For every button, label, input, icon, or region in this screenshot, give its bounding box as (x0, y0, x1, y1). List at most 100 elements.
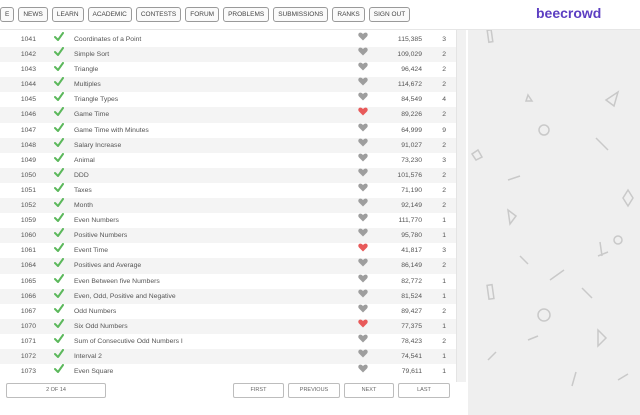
problem-level: 2 (442, 171, 446, 179)
problem-name-link[interactable]: Even, Odd, Positive and Negative (74, 289, 176, 304)
solved-count: 81,524 (401, 292, 422, 300)
table-row[interactable]: 1065 Even Between five Numbers 82,772 1 (0, 273, 456, 289)
problem-name-link[interactable]: Game Time with Minutes (74, 123, 149, 138)
problem-name-link[interactable]: Salary Increase (74, 138, 121, 153)
heart-icon[interactable] (358, 32, 368, 47)
problem-name-link[interactable]: Even Between five Numbers (74, 274, 160, 289)
heart-icon[interactable] (358, 274, 368, 289)
table-row[interactable]: 1046 Game Time 89,226 2 (0, 107, 456, 123)
heart-icon[interactable] (358, 107, 368, 122)
table-row[interactable]: 1059 Even Numbers 111,770 1 (0, 213, 456, 228)
heart-icon[interactable] (358, 153, 368, 168)
heart-icon[interactable] (358, 123, 368, 138)
problem-name-link[interactable]: Simple Sort (74, 47, 109, 62)
brand-logo[interactable]: beecrowd (536, 5, 601, 21)
nav-item-contests[interactable]: CONTESTS (135, 7, 182, 22)
problem-name-link[interactable]: Even Numbers (74, 213, 119, 228)
heart-icon[interactable] (358, 228, 368, 243)
heart-icon[interactable] (358, 243, 368, 258)
next-page-button[interactable]: NEXT (344, 383, 394, 398)
heart-icon[interactable] (358, 319, 368, 334)
heart-icon[interactable] (358, 364, 368, 379)
table-row[interactable]: 1042 Simple Sort 109,029 2 (0, 47, 456, 63)
first-page-button[interactable]: FIRST (233, 383, 284, 398)
table-row[interactable]: 1060 Positive Numbers 95,780 1 (0, 228, 456, 244)
heart-icon[interactable] (358, 92, 368, 107)
table-row[interactable]: 1048 Salary Increase 91,027 2 (0, 137, 456, 153)
heart-icon[interactable] (358, 138, 368, 153)
table-row[interactable]: 1067 Odd Numbers 89,427 2 (0, 303, 456, 319)
problem-id: 1044 (20, 81, 36, 89)
problem-name-link[interactable]: Month (74, 198, 93, 213)
table-row[interactable]: 1061 Event Time 41,817 3 (0, 243, 456, 258)
problem-level: 1 (442, 352, 446, 360)
problem-name-link[interactable]: Animal (74, 153, 95, 168)
problem-name-link[interactable]: Multiples (74, 77, 101, 92)
scrollbar[interactable] (456, 30, 466, 382)
heart-icon[interactable] (358, 304, 368, 319)
problem-level: 1 (442, 277, 446, 285)
heart-icon[interactable] (358, 334, 368, 349)
table-row[interactable]: 1071 Sum of Consecutive Odd Numbers I 78,4… (0, 333, 456, 349)
nav-item-submissions[interactable]: SUBMISSIONS (273, 7, 329, 22)
table-row[interactable]: 1064 Positives and Average 86,149 2 (0, 258, 456, 274)
heart-icon[interactable] (358, 183, 368, 198)
table-row[interactable]: 1049 Animal 73,230 3 (0, 152, 456, 168)
nav-item-ranks[interactable]: RANKS (332, 7, 365, 22)
problem-id: 1050 (20, 171, 36, 179)
heart-icon[interactable] (358, 77, 368, 92)
heart-icon[interactable] (358, 258, 368, 273)
table-row[interactable]: 1070 Six Odd Numbers 77,375 1 (0, 318, 456, 334)
nav-item-home[interactable]: E (0, 7, 15, 22)
heart-icon[interactable] (358, 62, 368, 77)
nav-item-problems[interactable]: PROBLEMS (223, 7, 270, 22)
problem-name-link[interactable]: DDD (74, 168, 89, 183)
table-row[interactable]: 1041 Coordinates of a Point 115,385 3 (0, 32, 456, 47)
heart-icon[interactable] (358, 289, 368, 304)
table-row[interactable]: 1045 Triangle Types 84,549 4 (0, 92, 456, 107)
problem-id: 1060 (20, 232, 36, 240)
nav-item-news[interactable]: NEWS (18, 7, 48, 22)
problem-name-link[interactable]: Triangle (74, 62, 98, 77)
table-row[interactable]: 1052 Month 92,149 2 (0, 198, 456, 214)
problem-level: 1 (442, 322, 446, 330)
nav-item-learn[interactable]: LEARN (51, 7, 84, 22)
table-row[interactable]: 1043 Triangle 96,424 2 (0, 62, 456, 77)
problem-name-link[interactable]: Six Odd Numbers (74, 319, 128, 334)
table-row[interactable]: 1050 DDD 101,576 2 (0, 167, 456, 183)
problem-name-link[interactable]: Even Square (74, 364, 113, 379)
last-page-button[interactable]: LAST (398, 383, 450, 398)
problem-name-link[interactable]: Positives and Average (74, 258, 141, 273)
table-row[interactable]: 1051 Taxes 71,190 2 (0, 182, 456, 198)
heart-icon[interactable] (358, 198, 368, 213)
problem-name-link[interactable]: Triangle Types (74, 92, 118, 107)
check-icon (54, 77, 64, 92)
problem-name-link[interactable]: Taxes (74, 183, 92, 198)
heart-icon[interactable] (358, 47, 368, 62)
table-row[interactable]: 1044 Multiples 114,672 2 (0, 77, 456, 93)
table-row[interactable]: 1066 Even, Odd, Positive and Negative 81,5… (0, 288, 456, 304)
heart-icon[interactable] (358, 213, 368, 228)
solved-count: 95,780 (401, 232, 422, 240)
problem-name-link[interactable]: Positive Numbers (74, 228, 127, 243)
nav-item-forum[interactable]: FORUM (185, 7, 220, 22)
problem-name-link[interactable]: Event Time (74, 243, 108, 258)
problem-name-link[interactable]: Game Time (74, 107, 109, 122)
main-nav: E NEWS LEARN ACADEMIC CONTESTS FORUM PRO… (0, 7, 411, 22)
problem-name-link[interactable]: Interval 2 (74, 349, 102, 364)
previous-page-button[interactable]: PREVIOUS (288, 383, 340, 398)
heart-icon[interactable] (358, 349, 368, 364)
heart-icon[interactable] (358, 168, 368, 183)
table-row[interactable]: 1072 Interval 2 74,541 1 (0, 348, 456, 365)
problem-level: 3 (442, 36, 446, 43)
problem-name-link[interactable]: Sum of Consecutive Odd Numbers I (74, 334, 183, 349)
problem-name-link[interactable]: Coordinates of a Point (74, 32, 141, 47)
table-row[interactable]: 1073 Even Square 79,611 1 (0, 364, 456, 379)
solved-count: 79,611 (401, 368, 422, 376)
problem-id: 1066 (20, 292, 36, 300)
nav-item-sign-out[interactable]: SIGN OUT (368, 7, 411, 22)
problem-level: 2 (442, 262, 446, 270)
nav-item-academic[interactable]: ACADEMIC (87, 7, 132, 22)
problem-name-link[interactable]: Odd Numbers (74, 304, 116, 319)
table-row[interactable]: 1047 Game Time with Minutes 64,999 9 (0, 122, 456, 138)
